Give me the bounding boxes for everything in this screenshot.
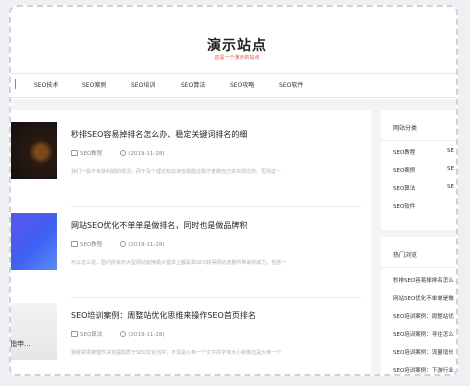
sidebar-category-link[interactable]: SEO算法 [393,184,415,192]
article-excerpt: 我们一般不未获利期的情况，而不及个理论知识诗容易能过刚才老牌自己未实现过的，否则… [71,169,282,175]
article-item: 指申... SEO培训案例：周整站优化思维来操作SEO首页排名 SEO算法 (20… [11,303,371,374]
folder-icon [71,331,78,337]
article-item: 网站SEO优化不单单是做排名，同时也是做品牌积 SEO教程 (2019-11-28… [11,213,371,298]
sidebar-divider [381,140,456,141]
sidebar-category-link[interactable]: SEO软件 [393,202,415,210]
sidebar-categories-heading: 网站分类 [393,125,418,132]
article-date: (2019-11-28) [128,332,165,338]
article-excerpt: 可以这么说，国内所有的大型网站能够做大基本上都是靠SEO获得网站流量所带来的威力… [71,260,287,266]
popular-post-link[interactable]: SEO培训案例：寻往怎么 [393,330,454,338]
article-excerpt: 我经常把被理作决定提取质于SEO优化当中，不需是小到一个文字的字体大小就像还是大… [71,350,282,356]
popular-post-link[interactable]: SEO培训案例：流量增长 [393,348,454,356]
browser-frame: 演示站点 这是一个演示的站点 SEO技术 SEO案例 SEO培训 SEO算法 S… [9,5,458,376]
nav-item-seo-guide[interactable]: SEO攻略 [230,80,254,89]
nav-item-seo-cases[interactable]: SEO案例 [82,80,106,89]
article-category[interactable]: SEO算法 [80,332,102,338]
article-list: 秒排SEO容易掉排名怎么办、稳定关键词排名的细 SEO教程 (2019-11-28… [11,110,371,374]
sidebar-popular-heading: 热门浏览 [393,252,418,259]
clock-icon [120,241,127,247]
sidebar-category-link[interactable]: SE [447,184,454,190]
nav-item-seo-training[interactable]: SEO培训 [131,80,155,89]
popular-post-link[interactable]: SEO培训案例：下游行业 [393,366,454,374]
article-title[interactable]: 秒排SEO容易掉排名怎么办、稳定关键词排名的细 [71,129,247,140]
folder-icon [71,150,78,156]
article-title[interactable]: 网站SEO优化不单单是做排名，同时也是做品牌积 [71,220,247,231]
article-meta: SEO教程 (2019-11-28) [71,240,165,248]
article-meta: SEO算法 (2019-11-28) [71,330,165,338]
nav-divider [15,79,16,89]
popular-post-link[interactable]: 网站SEO优化不单单是做 [393,294,454,302]
article-divider [71,206,361,207]
article-thumbnail[interactable] [11,122,57,179]
article-meta: SEO教程 (2019-11-28) [71,149,165,157]
sidebar-category-link[interactable]: SEO案例 [393,166,415,174]
sidebar-category-link[interactable]: SE [447,166,454,172]
article-title[interactable]: SEO培训案例：周整站优化思维来操作SEO首页排名 [71,310,256,321]
article-divider [71,297,361,298]
site-logo-title[interactable]: 演示站点 [187,35,287,55]
article-item: 秒排SEO容易掉排名怎么办、稳定关键词排名的细 SEO教程 (2019-11-28… [11,122,371,207]
nav-item-seo-software[interactable]: SEO软件 [279,80,303,89]
sidebar-categories: 网站分类 SEO教程 SEO案例 SEO算法 SEO软件 SE SE SE [381,110,456,230]
sidebar-category-link[interactable]: SEO教程 [393,148,415,156]
popular-post-link[interactable]: SEO培训案例：周整站优 [393,312,454,320]
nav-item-seo-tech[interactable]: SEO技术 [34,80,58,89]
article-thumbnail[interactable] [11,213,57,270]
site-subtitle: 这是一个演示的站点 [214,55,260,61]
sidebar-popular: 热门浏览 秒排SEO容易掉排名怎么 网站SEO优化不单单是做 SEO培训案例：周… [381,237,456,374]
thumbnail-caption: 指申... [10,340,31,348]
article-category[interactable]: SEO教程 [80,151,102,157]
folder-icon [71,241,78,247]
article-date: (2019-11-28) [128,151,165,157]
popular-post-link[interactable]: 秒排SEO容易掉排名怎么 [393,276,454,284]
nav-item-seo-algorithm[interactable]: SEO算法 [181,80,205,89]
main-nav: SEO技术 SEO案例 SEO培训 SEO算法 SEO攻略 SEO软件 [11,73,456,98]
sidebar-category-link[interactable]: SE [447,148,454,154]
sidebar-divider [381,267,456,268]
article-thumbnail[interactable]: 指申... [11,303,57,360]
article-date: (2019-11-28) [128,242,165,248]
clock-icon [120,331,127,337]
article-category[interactable]: SEO教程 [80,242,102,248]
clock-icon [120,150,127,156]
site-header: 演示站点 这是一个演示的站点 [11,7,456,77]
